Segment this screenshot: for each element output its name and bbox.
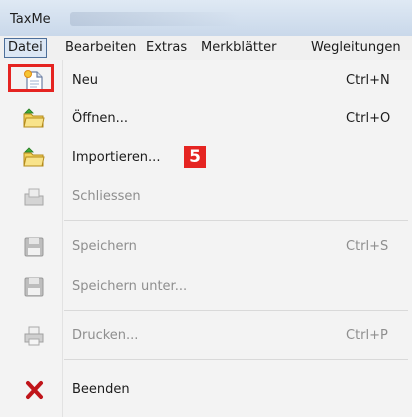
menu-item-label: Importieren... — [72, 150, 161, 165]
menu-extras[interactable]: Extras — [143, 39, 190, 57]
menu-item-label: Schliessen — [72, 189, 141, 204]
menu-merkblaetter[interactable]: Merkblätter — [198, 39, 279, 57]
exit-x-icon — [26, 381, 43, 399]
menu-wegleitungen[interactable]: Wegleitungen — [308, 39, 404, 57]
close-folder-icon — [24, 188, 44, 206]
titlebar-toolbar-ghost — [70, 12, 240, 26]
printer-icon — [24, 326, 44, 346]
menu-item-oeffnen[interactable]: Öffnen... Ctrl+O — [0, 104, 412, 134]
file-menu-dropdown: Neu Ctrl+N Öffnen... Ctrl+O Importieren.… — [0, 60, 412, 417]
menu-item-speichern-unter: Speichern unter... — [0, 272, 412, 302]
menu-item-label: Drucken... — [72, 328, 139, 343]
annotation-highlight-box — [8, 64, 54, 92]
save-as-icon — [24, 277, 44, 297]
menu-item-schliessen: Schliessen — [0, 182, 412, 212]
menu-bar: Datei Bearbeiten Extras Merkblätter Wegl… — [0, 36, 412, 61]
menu-item-speichern: Speichern Ctrl+S — [0, 232, 412, 262]
menu-bearbeiten[interactable]: Bearbeiten — [62, 39, 139, 57]
menu-item-shortcut: Ctrl+S — [346, 239, 389, 254]
window-title: TaxMe — [10, 12, 51, 27]
annotation-step-badge: 5 — [184, 146, 206, 168]
menu-item-shortcut: Ctrl+N — [346, 73, 390, 88]
menu-item-label: Öffnen... — [72, 111, 129, 126]
menu-item-label: Beenden — [72, 382, 130, 397]
import-folder-icon — [23, 147, 45, 167]
menu-item-label: Speichern unter... — [72, 279, 188, 294]
menu-item-beenden[interactable]: Beenden — [0, 375, 412, 405]
menu-item-neu[interactable]: Neu Ctrl+N — [0, 66, 412, 96]
menu-datei[interactable]: Datei — [4, 38, 47, 58]
menu-separator — [64, 220, 408, 221]
menu-item-drucken: Drucken... Ctrl+P — [0, 321, 412, 351]
menu-item-shortcut: Ctrl+P — [346, 328, 388, 343]
menu-separator — [64, 359, 408, 360]
menu-item-label: Neu — [72, 73, 98, 88]
menu-item-label: Speichern — [72, 239, 137, 254]
open-folder-icon — [23, 108, 45, 128]
window-titlebar: TaxMe — [0, 0, 412, 36]
menu-item-importieren[interactable]: Importieren... — [0, 143, 412, 173]
save-icon — [24, 237, 44, 257]
menu-item-shortcut: Ctrl+O — [346, 111, 391, 126]
menu-separator — [64, 310, 408, 311]
